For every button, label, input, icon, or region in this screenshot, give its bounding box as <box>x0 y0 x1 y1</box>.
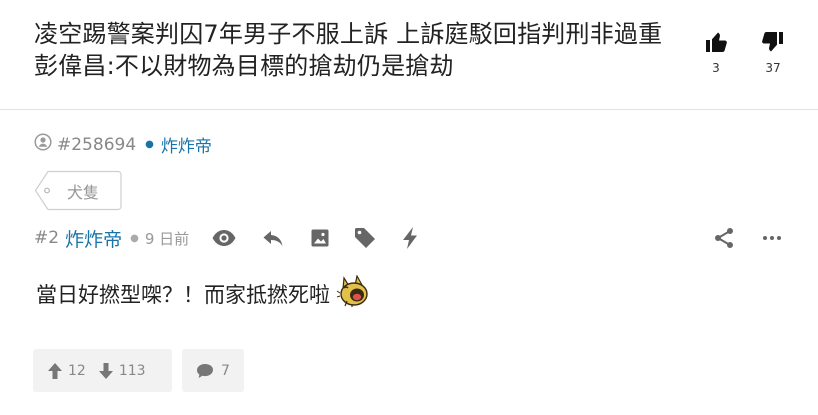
post-text: 當日好撚型㗎？！而家抵撚死啦 <box>36 282 330 307</box>
more-icon <box>763 236 781 240</box>
tag-icon <box>355 228 376 248</box>
tag-label: 犬隻 <box>67 183 100 202</box>
post-time: 9 日前 <box>144 229 190 248</box>
post-author-link[interactable]: 炸炸帝 <box>65 225 122 252</box>
thread-upvote-button[interactable]: 3 <box>696 30 736 75</box>
comments-button[interactable]: 7 <box>182 349 244 392</box>
post-downvote-count: 113 <box>118 362 146 379</box>
laughing-emoji-icon <box>336 274 370 312</box>
view-button[interactable] <box>211 225 237 251</box>
post-number: #2 <box>34 228 60 248</box>
thread-downvote-count: 37 <box>765 61 781 75</box>
comments-count: 7 <box>221 362 230 379</box>
post-upvote-button[interactable]: 12 <box>47 362 86 380</box>
eye-icon <box>212 230 236 246</box>
thread-upvote-count: 3 <box>712 61 720 75</box>
reply-button[interactable] <box>260 225 286 251</box>
user-id: #258694 <box>57 134 137 155</box>
arrow-down-icon <box>98 362 113 379</box>
share-icon <box>715 228 733 248</box>
post-downvote-button[interactable]: 113 <box>98 362 146 380</box>
share-button[interactable] <box>711 225 737 251</box>
quick-action-button[interactable] <box>397 225 423 251</box>
reply-icon <box>263 231 283 246</box>
tag-chip[interactable]: 犬隻 <box>34 170 122 211</box>
post-content: 當日好撚型㗎？！而家抵撚死啦 <box>36 274 370 312</box>
op-meta: #258694 ● 炸炸帝 <box>34 132 212 157</box>
lightning-icon <box>403 227 418 249</box>
thread-header: 凌空踢警案判囚7年男子不服上訴 上訴庭駁回指判刑非過重 彭偉昌:不以財物為目標的… <box>0 0 818 110</box>
separator-dot: ● <box>130 232 139 244</box>
arrow-up-icon <box>48 362 62 379</box>
thread-downvote-button[interactable]: 37 <box>753 30 793 75</box>
op-author-link[interactable]: 炸炸帝 <box>161 132 212 157</box>
separator-dot: ● <box>145 139 154 150</box>
more-button[interactable] <box>759 225 785 251</box>
post-header: #2 炸炸帝 ● 9 日前 <box>34 224 794 252</box>
image-button[interactable] <box>307 225 333 251</box>
thread-title: 凌空踢警案判囚7年男子不服上訴 上訴庭駁回指判刑非過重 彭偉昌:不以財物為目標的… <box>34 20 663 80</box>
post-vote-bar: 12 113 <box>33 349 172 392</box>
post-upvote-count: 12 <box>68 362 86 379</box>
tag-button[interactable] <box>352 225 378 251</box>
user-icon <box>34 133 52 156</box>
thumbs-down-icon <box>753 30 793 54</box>
thumbs-up-icon <box>696 30 736 54</box>
comment-icon <box>197 363 213 378</box>
image-icon <box>311 229 329 247</box>
